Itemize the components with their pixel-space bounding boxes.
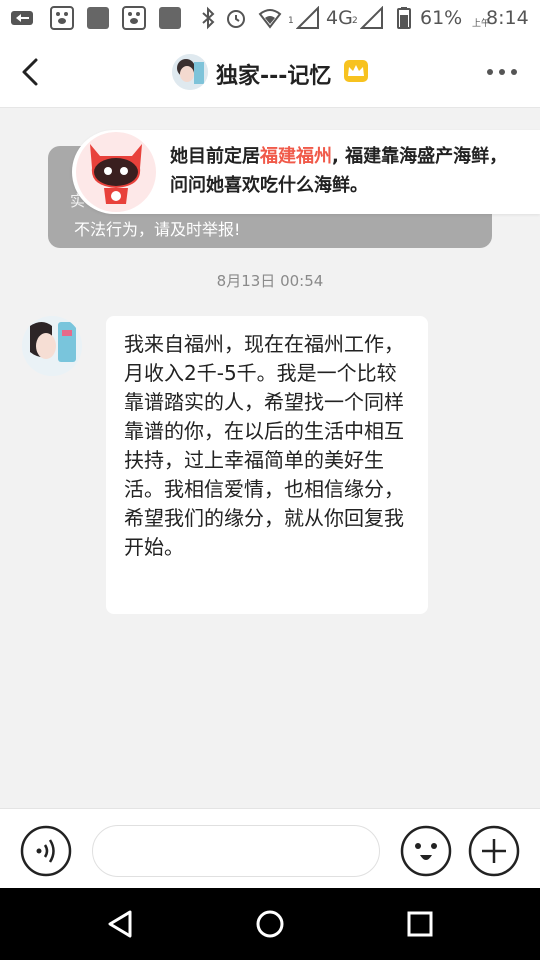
header-avatar[interactable] xyxy=(172,54,208,90)
avatar-image xyxy=(22,316,82,376)
clock-label: 8:14 xyxy=(486,7,529,29)
wifi-icon xyxy=(258,9,282,29)
network-label: 4G xyxy=(326,7,353,29)
avatar-image xyxy=(172,54,208,90)
back-icon[interactable] xyxy=(16,56,44,88)
more-dots-icon[interactable] xyxy=(484,66,520,78)
battery-icon xyxy=(397,7,411,29)
voice-icon[interactable] xyxy=(20,825,72,877)
chat-header: 独家---记忆 xyxy=(0,36,540,108)
bluetooth-icon xyxy=(202,6,215,30)
nav-home-icon[interactable] xyxy=(252,906,288,942)
tip-text: 她目前定居福建福州, 福建靠海盛产海鲜，问问她喜欢吃什么海鲜。 xyxy=(170,142,520,200)
nav-recents-icon[interactable] xyxy=(402,906,438,942)
baidu-paw-icon xyxy=(122,6,146,30)
page-title: 独家---记忆 xyxy=(216,64,332,89)
message-input[interactable] xyxy=(92,825,380,877)
message-bubble[interactable]: 我来自福州，现在在福州工作，月收入2千-5千。我是一个比较靠谱踏实的人，希望找一… xyxy=(106,316,428,614)
emoji-icon[interactable] xyxy=(400,825,452,877)
sender-avatar[interactable] xyxy=(22,316,82,376)
alarm-icon xyxy=(227,10,245,28)
input-bar xyxy=(0,808,540,888)
signal-icon xyxy=(296,6,319,29)
battery-label: 61% xyxy=(420,7,463,29)
tip-prefix: 她目前定居 xyxy=(170,146,260,167)
nav-back-icon[interactable] xyxy=(102,906,138,942)
message-text: 我来自福州，现在在福州工作，月收入2千-5千。我是一个比较靠谱踏实的人，希望找一… xyxy=(124,332,404,559)
signal-sub-label: 1 xyxy=(288,16,294,26)
tip-location-highlight: 福建福州 xyxy=(260,146,332,167)
crown-icon xyxy=(344,60,368,82)
plus-icon[interactable] xyxy=(468,825,520,877)
tip-banner[interactable]: 她目前定居福建福州, 福建靠海盛产海鲜，问问她喜欢吃什么海鲜。 xyxy=(72,130,540,214)
message-timestamp: 8月13日 00:54 xyxy=(216,272,324,290)
status-bar: 1 4G 2 61% 上午 8:14 xyxy=(0,0,540,36)
network-sub-label: 2 xyxy=(352,16,358,26)
baidu-paw-icon xyxy=(50,6,74,30)
app-square-icon xyxy=(87,7,109,29)
system-nav-bar xyxy=(0,888,540,960)
mascot-icon xyxy=(90,144,142,204)
app-square-icon xyxy=(159,7,181,29)
signal-icon xyxy=(360,6,383,29)
back-arrow-status-icon xyxy=(11,11,33,25)
notice-text: 不法行为，请及时举报! xyxy=(74,220,241,239)
